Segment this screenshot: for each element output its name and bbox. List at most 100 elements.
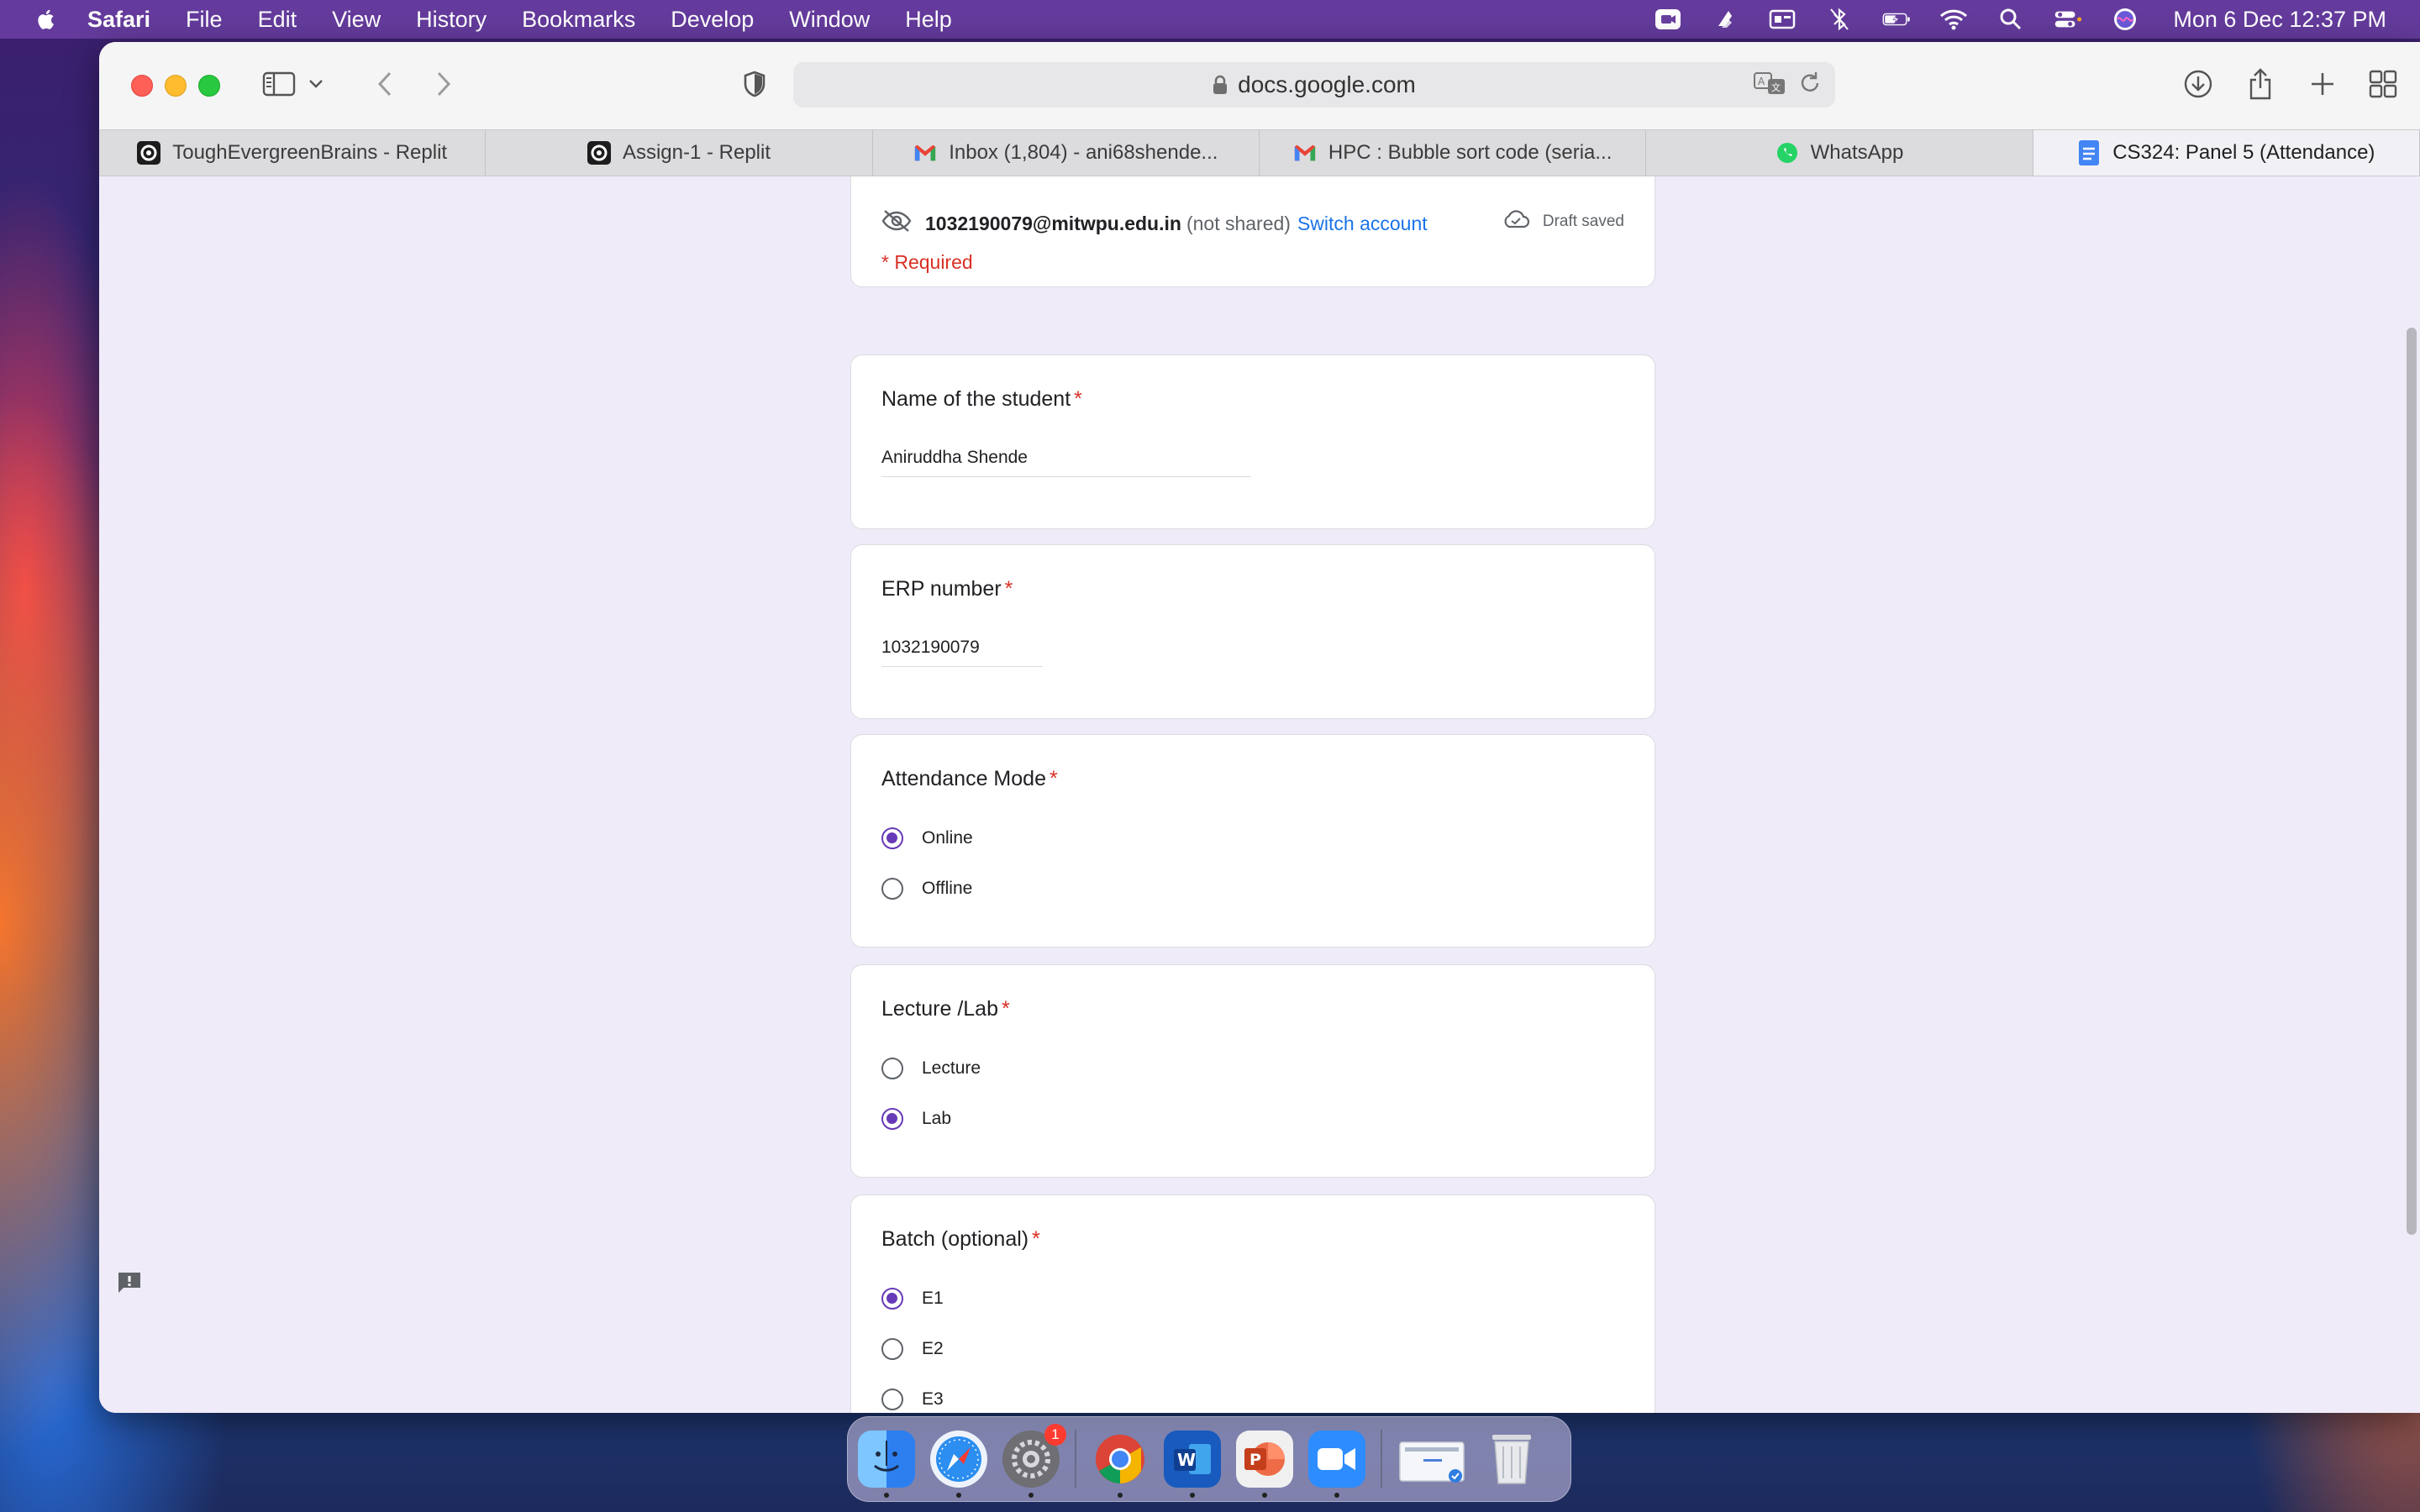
whatsapp-icon [1776,141,1799,165]
menu-develop[interactable]: Develop [671,7,754,33]
menu-view[interactable]: View [332,7,381,33]
downloads-icon[interactable] [2180,67,2217,101]
menu-file[interactable]: File [186,7,223,33]
feedback-icon[interactable] [116,1270,143,1295]
app-status-icon[interactable] [1711,7,1739,32]
radio-button[interactable] [881,1389,903,1410]
option-label: Offline [922,879,973,898]
apple-icon[interactable] [34,7,55,32]
tab-replit-assign-1[interactable]: Assign-1 - Replit [486,130,873,176]
gmail-icon [1293,141,1317,165]
powerpoint-dock-icon[interactable]: P [1236,1431,1293,1498]
tab-label: ToughEvergreenBrains - Replit [172,141,448,164]
preview-dock-icon[interactable] [1397,1431,1468,1488]
not-shared-label: (not shared) [1186,212,1291,234]
system-preferences-dock-icon[interactable]: 1 [1002,1424,1066,1498]
svg-text:W: W [1177,1450,1196,1470]
radio-option-e1[interactable]: E1 [881,1288,944,1310]
chrome-dock-icon[interactable] [1092,1431,1149,1498]
screen-record-icon[interactable] [1654,7,1682,32]
menu-help[interactable]: Help [905,7,952,33]
bluetooth-off-icon[interactable] [1825,7,1854,32]
tab-replit-toughevergreenbrains[interactable]: ToughEvergreenBrains - Replit [99,130,487,176]
wifi-icon[interactable] [1939,7,1968,32]
trash-dock-icon[interactable] [1483,1431,1540,1488]
chevron-down-icon[interactable] [306,67,326,101]
question-title: ERP number [881,577,1002,601]
radio-button[interactable] [881,1058,903,1079]
radio-button[interactable] [881,878,903,900]
menu-clock[interactable]: Mon 6 Dec 12:37 PM [2173,7,2386,33]
spotlight-search-icon[interactable] [1996,7,2025,32]
required-star: * [1002,997,1010,1021]
radio-option-e2[interactable]: E2 [881,1338,944,1360]
question-card-batch: Batch (optional)* E1 E2 E3 E4 [850,1194,1655,1413]
dock: 1 W P [847,1416,1571,1502]
radio-button-selected[interactable] [881,1288,903,1310]
replit-icon [137,141,161,165]
student-name-input[interactable]: Aniruddha Shende [881,448,1251,477]
radio-button-selected[interactable] [881,827,903,849]
zoom-dock-icon[interactable] [1308,1431,1365,1498]
tab-google-forms-cs324[interactable]: CS324: Panel 5 (Attendance) [2033,130,2420,176]
safari-dock-icon[interactable] [930,1431,987,1498]
draft-saved-status: Draft saved [1542,213,1624,230]
account-card: 1032190079@mitwpu.edu.in (not shared) Sw… [850,176,1655,287]
question-title: Name of the student [881,387,1071,411]
tab-label: Assign-1 - Replit [622,141,771,164]
back-arrow-icon[interactable] [366,67,403,101]
browser-toolbar: docs.google.com A文 [99,42,2420,129]
finder-dock-icon[interactable] [858,1431,915,1498]
tab-label: HPC : Bubble sort code (seria... [1328,141,1612,164]
url-text: docs.google.com [1238,71,1416,97]
minimize-window-button[interactable] [165,75,187,97]
menu-edit[interactable]: Edit [258,7,297,33]
address-bar[interactable]: docs.google.com A文 [793,62,1835,108]
menu-app-safari[interactable]: Safari [87,7,150,33]
tab-gmail-inbox[interactable]: Inbox (1,804) - ani68shende... [873,130,1260,176]
question-title: Batch (optional) [881,1227,1029,1251]
menu-bookmarks[interactable]: Bookmarks [522,7,635,33]
dock-separator [1381,1430,1382,1488]
translate-icon[interactable]: A文 [1753,71,1786,102]
radio-option-lecture[interactable]: Lecture [881,1058,981,1079]
menu-window[interactable]: Window [789,7,870,33]
option-label: E3 [922,1389,944,1409]
radio-option-e3[interactable]: E3 [881,1389,944,1410]
tab-whatsapp[interactable]: WhatsApp [1646,130,2033,176]
menu-history[interactable]: History [416,7,487,33]
tab-overview-icon[interactable] [2365,67,2402,101]
notification-badge: 1 [1044,1424,1066,1446]
page-content: 1032190079@mitwpu.edu.in (not shared) Sw… [99,176,2420,1413]
radio-option-online[interactable]: Online [881,827,973,849]
zoom-window-button[interactable] [198,75,220,97]
close-window-button[interactable] [131,75,153,97]
option-label: Lab [922,1109,952,1128]
keyboard-layout-icon[interactable] [1768,7,1797,32]
privacy-shield-icon[interactable] [736,67,773,101]
menu-extras: Mon 6 Dec 12:37 PM [1654,0,2386,39]
siri-icon[interactable] [2111,7,2139,32]
radio-option-lab[interactable]: Lab [881,1108,951,1130]
tab-gmail-hpc[interactable]: HPC : Bubble sort code (seria... [1260,130,1647,176]
gmail-icon [913,141,937,165]
page-scrollbar[interactable] [2407,328,2417,1235]
safari-window: docs.google.com A文 ToughEvergreenBrains … [99,42,2420,1413]
new-tab-icon[interactable] [2304,67,2341,101]
radio-button-selected[interactable] [881,1108,903,1130]
sidebar-toggle-icon[interactable] [260,67,297,101]
required-star: * [1049,767,1058,790]
share-icon[interactable] [2242,67,2279,101]
control-center-icon[interactable] [2054,7,2082,32]
reload-icon[interactable] [1798,71,1822,102]
switch-account-link[interactable]: Switch account [1297,213,1428,235]
erp-number-input[interactable]: 1032190079 [881,638,1043,667]
battery-icon[interactable] [1882,7,1911,32]
required-star: * [1074,387,1082,411]
tab-label: CS324: Panel 5 (Attendance) [2112,141,2375,164]
forward-arrow-icon[interactable] [425,67,462,101]
radio-button[interactable] [881,1338,903,1360]
tab-bar: ToughEvergreenBrains - Replit Assign-1 -… [99,129,2420,176]
radio-option-offline[interactable]: Offline [881,878,972,900]
word-dock-icon[interactable]: W [1164,1431,1221,1498]
